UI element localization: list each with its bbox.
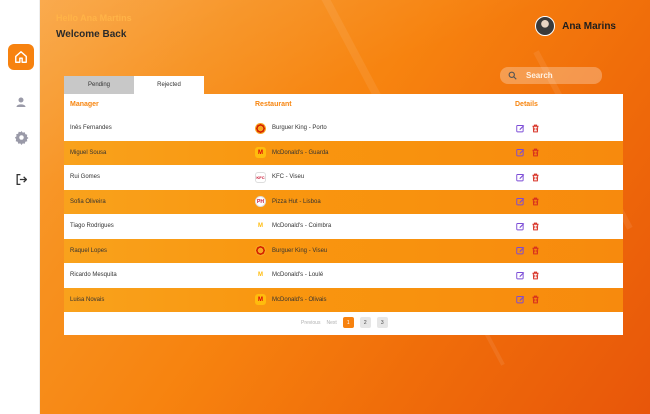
- restaurant-logo-icon: M: [258, 272, 263, 278]
- edit-icon[interactable]: [516, 222, 525, 231]
- edit-icon[interactable]: [516, 197, 525, 206]
- restaurant-cell: Burguer King - Porto: [255, 122, 327, 134]
- restaurant-cell: M McDonald's - Guarda: [255, 147, 329, 158]
- row-actions: [516, 271, 540, 280]
- page-button-1[interactable]: 1: [342, 317, 354, 328]
- restaurant-logo-icon: KFC: [255, 171, 266, 183]
- row-actions: [516, 173, 540, 182]
- search-icon: [508, 71, 517, 80]
- managers-table: Manager Restaurant Details Inês Fernande…: [64, 94, 623, 335]
- previous-page-link[interactable]: Previous: [301, 320, 320, 326]
- table-header: Manager Restaurant Details: [64, 94, 623, 116]
- avatar[interactable]: [535, 16, 556, 36]
- delete-icon[interactable]: [531, 271, 540, 280]
- restaurant-logo-icon: [255, 122, 266, 134]
- user-profile[interactable]: Ana Marins: [535, 16, 616, 36]
- manager-name: Miguel Sousa: [70, 149, 107, 156]
- edit-icon[interactable]: [516, 173, 525, 182]
- restaurant-cell: M McDonald's - Coimbra: [255, 221, 331, 232]
- column-header-details: Details: [515, 101, 538, 108]
- row-actions: [516, 197, 540, 206]
- row-actions: [516, 222, 540, 231]
- table-row: Rui Gomes KFC KFC - Viseu: [64, 165, 623, 189]
- table-row: Raquel Lopes Burguer King - Viseu: [64, 238, 623, 263]
- sidebar-item-profile[interactable]: [8, 89, 34, 115]
- manager-name: Rui Gomes: [70, 174, 101, 180]
- sidebar: [0, 0, 40, 414]
- manager-name: Ricardo Mesquita: [70, 272, 117, 278]
- restaurant-cell: PH Pizza Hut - Lisboa: [255, 196, 321, 207]
- home-icon: [15, 51, 27, 63]
- status-tabs: Pending Rejected: [64, 76, 204, 94]
- delete-icon[interactable]: [531, 148, 540, 157]
- restaurant-logo-icon: [255, 245, 266, 256]
- row-actions: [516, 295, 540, 304]
- edit-icon[interactable]: [516, 124, 525, 133]
- restaurant-name: KFC - Viseu: [272, 174, 305, 180]
- pagination: Previous Next 1 2 3: [301, 317, 388, 328]
- next-page-link[interactable]: Next: [326, 320, 336, 326]
- table-row: Inês Fernandes Burguer King - Porto: [64, 116, 623, 140]
- delete-icon[interactable]: [531, 246, 540, 255]
- gear-icon: [14, 130, 28, 145]
- edit-icon[interactable]: [516, 295, 525, 304]
- restaurant-name: McDonald's - Guarda: [272, 149, 329, 156]
- restaurant-cell: KFC KFC - Viseu: [255, 171, 305, 183]
- restaurant-logo-icon: M: [255, 294, 266, 305]
- restaurant-name: Pizza Hut - Lisboa: [272, 198, 321, 205]
- delete-icon[interactable]: [531, 124, 540, 133]
- column-header-manager: Manager: [70, 101, 99, 108]
- delete-icon[interactable]: [531, 295, 540, 304]
- table-row: Tiago Rodrigues M McDonald's - Coimbra: [64, 214, 623, 238]
- restaurant-logo-icon: M: [255, 147, 266, 158]
- page-button-3[interactable]: 3: [376, 317, 388, 328]
- tab-rejected[interactable]: Rejected: [134, 76, 204, 94]
- row-actions: [516, 246, 540, 255]
- page-button-2[interactable]: 2: [359, 317, 371, 328]
- sidebar-item-home[interactable]: [8, 44, 34, 70]
- restaurant-name: McDonald's - Coimbra: [272, 223, 332, 229]
- delete-icon[interactable]: [531, 197, 540, 206]
- restaurant-name: McDonald's - Loulé: [272, 272, 324, 278]
- restaurant-name: Burguer King - Porto: [272, 125, 327, 131]
- row-actions: [516, 124, 540, 133]
- tab-pending[interactable]: Pending: [64, 76, 134, 94]
- search-box[interactable]: [500, 67, 602, 84]
- delete-icon[interactable]: [531, 222, 540, 231]
- restaurant-cell: Burguer King - Viseu: [255, 245, 327, 256]
- logout-icon: [16, 173, 27, 185]
- search-input[interactable]: [526, 71, 596, 80]
- restaurant-name: McDonald's - Olivais: [272, 296, 327, 303]
- restaurant-name: Burguer King - Viseu: [272, 247, 328, 254]
- table-row: Miguel Sousa M McDonald's - Guarda: [64, 140, 623, 165]
- user-name: Ana Marins: [562, 20, 616, 32]
- manager-name: Sofia Oliveira: [70, 198, 106, 205]
- manager-name: Luisa Novais: [70, 296, 105, 303]
- user-icon: [16, 97, 26, 107]
- table-row: Sofia Oliveira PH Pizza Hut - Lisboa: [64, 189, 623, 214]
- delete-icon[interactable]: [531, 173, 540, 182]
- row-actions: [516, 148, 540, 157]
- restaurant-cell: M McDonald's - Olivais: [255, 294, 327, 305]
- edit-icon[interactable]: [516, 148, 525, 157]
- edit-icon[interactable]: [516, 246, 525, 255]
- page-title: Welcome Back: [56, 29, 127, 40]
- column-header-restaurant: Restaurant: [255, 101, 292, 108]
- restaurant-cell: M McDonald's - Loulé: [255, 270, 323, 281]
- manager-name: Tiago Rodrigues: [70, 223, 114, 229]
- edit-icon[interactable]: [516, 271, 525, 280]
- manager-name: Raquel Lopes: [70, 247, 108, 254]
- manager-name: Inês Fernandes: [70, 125, 112, 131]
- table-row: Luisa Novais M McDonald's - Olivais: [64, 287, 623, 312]
- greeting-text: Hello Ana Martins: [56, 13, 132, 23]
- sidebar-item-logout[interactable]: [8, 166, 34, 192]
- restaurant-logo-icon: M: [258, 223, 263, 229]
- main-content: Hello Ana Martins Welcome Back Ana Marin…: [40, 0, 650, 414]
- sidebar-item-settings[interactable]: [8, 124, 34, 150]
- restaurant-logo-icon: PH: [255, 196, 266, 207]
- table-row: Ricardo Mesquita M McDonald's - Loulé: [64, 263, 623, 287]
